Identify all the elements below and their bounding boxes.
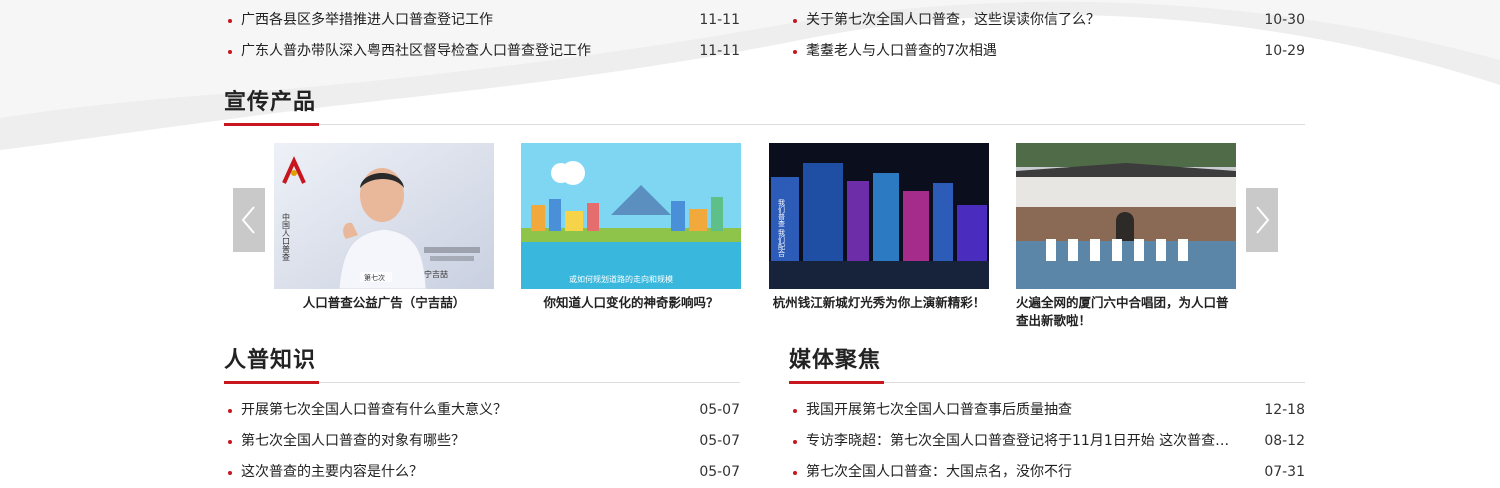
media-list: 我国开展第七次全国人口普查事后质量抽查 12-18 专访李晓超：第七次全国人口普…: [789, 395, 1305, 488]
news-date: 08-12: [1264, 433, 1305, 449]
carousel-prev-button[interactable]: [233, 188, 265, 252]
chevron-right-icon: [1256, 206, 1270, 234]
red-dot-icon: [228, 50, 232, 54]
list-item[interactable]: 第七次全国人口普查：大国点名，没你不行 07-31: [789, 457, 1305, 488]
promo-section-header: 宣传产品: [224, 88, 1305, 126]
red-dot-icon: [793, 50, 797, 54]
svg-text:或如何规划道路的走向和规模: 或如何规划道路的走向和规模: [569, 274, 673, 284]
list-item[interactable]: 这次普查的主要内容是什么？ 05-07: [224, 457, 740, 488]
card-caption[interactable]: 人口普查公益广告（宁吉喆）: [274, 294, 494, 312]
news-date: 05-07: [699, 433, 740, 449]
red-dot-icon: [228, 471, 232, 475]
red-dot-icon: [793, 471, 797, 475]
news-title[interactable]: 广西各县区多举措推进人口普查登记工作: [241, 5, 670, 36]
red-dot-icon: [228, 19, 232, 23]
promo-card[interactable]: 或如何规划道路的走向和规模 你知道人口变化的神奇影响吗？: [521, 143, 741, 312]
promo-card[interactable]: 火遍全网的厦门六中合唱团，为人口普查出新歌啦！: [1016, 143, 1236, 330]
section-underline: [224, 381, 319, 384]
svg-text:宁吉喆: 宁吉喆: [424, 269, 448, 279]
top-news-right: 关于第七次全国人口普查，这些误读你信了么？ 10-30 耄耋老人与人口普查的7次…: [789, 5, 1305, 67]
news-date: 10-29: [1264, 43, 1305, 59]
choir-thumbnail-image: [1016, 143, 1236, 289]
video-thumbnail[interactable]: 中国人口普查 宁吉喆 第七次: [274, 143, 494, 289]
section-title[interactable]: 媒体聚焦: [789, 346, 881, 376]
news-date: 10-30: [1264, 12, 1305, 28]
svg-text:我们普查 我们配合: 我们普查 我们配合: [778, 198, 786, 258]
news-date: 11-11: [699, 12, 740, 28]
red-dot-icon: [228, 409, 232, 413]
knowledge-section-header: 人普知识: [224, 346, 740, 384]
list-item[interactable]: 广东人普办带队深入粤西社区督导检查人口普查登记工作 11-11: [224, 36, 740, 67]
news-title[interactable]: 开展第七次全国人口普查有什么重大意义？: [241, 395, 670, 426]
red-dot-icon: [793, 19, 797, 23]
news-date: 05-07: [699, 464, 740, 480]
list-item[interactable]: 耄耋老人与人口普查的7次相遇 10-29: [789, 36, 1305, 67]
section-underline: [789, 381, 884, 384]
page: 广西各县区多举措推进人口普查登记工作 11-11 广东人普办带队深入粤西社区督导…: [0, 0, 1500, 480]
red-dot-icon: [793, 440, 797, 444]
news-date: 12-18: [1264, 402, 1305, 418]
night-city-thumbnail-image: 我们普查 我们配合: [769, 143, 989, 289]
list-item[interactable]: 关于第七次全国人口普查，这些误读你信了么？ 10-30: [789, 5, 1305, 36]
news-title[interactable]: 广东人普办带队深入粤西社区督导检查人口普查登记工作: [241, 36, 670, 67]
video-thumbnail[interactable]: 或如何规划道路的走向和规模: [521, 143, 741, 289]
section-title[interactable]: 宣传产品: [224, 88, 316, 118]
card-caption[interactable]: 火遍全网的厦门六中合唱团，为人口普查出新歌啦！: [1016, 294, 1236, 330]
news-title[interactable]: 第七次全国人口普查的对象有哪些？: [241, 426, 670, 457]
carousel-next-button[interactable]: [1246, 188, 1278, 252]
promo-card[interactable]: 中国人口普查 宁吉喆 第七次 人口普查公益广告（宁吉喆）: [274, 143, 494, 312]
speaker-thumbnail-image: 中国人口普查 宁吉喆 第七次: [274, 143, 494, 289]
video-thumbnail[interactable]: 我们普查 我们配合: [769, 143, 989, 289]
media-section-header: 媒体聚焦: [789, 346, 1305, 384]
top-news-left: 广西各县区多举措推进人口普查登记工作 11-11 广东人普办带队深入粤西社区督导…: [224, 5, 740, 67]
news-date: 11-11: [699, 43, 740, 59]
section-title[interactable]: 人普知识: [224, 346, 316, 376]
news-date: 07-31: [1264, 464, 1305, 480]
red-dot-icon: [793, 409, 797, 413]
list-item[interactable]: 第七次全国人口普查的对象有哪些？ 05-07: [224, 426, 740, 457]
section-underline: [224, 123, 319, 126]
news-title[interactable]: 第七次全国人口普查：大国点名，没你不行: [806, 457, 1235, 488]
news-title[interactable]: 我国开展第七次全国人口普查事后质量抽查: [806, 395, 1235, 426]
news-title[interactable]: 关于第七次全国人口普查，这些误读你信了么？: [806, 5, 1235, 36]
svg-text:第七次: 第七次: [364, 273, 385, 282]
list-item[interactable]: 广西各县区多举措推进人口普查登记工作 11-11: [224, 5, 740, 36]
news-title[interactable]: 这次普查的主要内容是什么？: [241, 457, 670, 488]
chevron-left-icon: [241, 206, 255, 234]
knowledge-list: 开展第七次全国人口普查有什么重大意义？ 05-07 第七次全国人口普查的对象有哪…: [224, 395, 740, 488]
cartoon-city-thumbnail-image: 或如何规划道路的走向和规模: [521, 143, 741, 289]
news-title[interactable]: 专访李晓超：第七次全国人口普查登记将于11月1日开始 这次普查有哪些新特点: [806, 426, 1235, 457]
card-caption[interactable]: 你知道人口变化的神奇影响吗？: [521, 294, 741, 312]
list-item[interactable]: 我国开展第七次全国人口普查事后质量抽查 12-18: [789, 395, 1305, 426]
video-thumbnail[interactable]: [1016, 143, 1236, 289]
red-dot-icon: [228, 440, 232, 444]
list-item[interactable]: 专访李晓超：第七次全国人口普查登记将于11月1日开始 这次普查有哪些新特点 08…: [789, 426, 1305, 457]
card-caption[interactable]: 杭州钱江新城灯光秀为你上演新精彩！: [769, 294, 989, 312]
promo-card[interactable]: 我们普查 我们配合 杭州钱江新城灯光秀为你上演新精彩！: [769, 143, 989, 312]
news-date: 05-07: [699, 402, 740, 418]
svg-text:中国人口普查: 中国人口普查: [282, 212, 291, 261]
news-title[interactable]: 耄耋老人与人口普查的7次相遇: [806, 36, 1235, 67]
list-item[interactable]: 开展第七次全国人口普查有什么重大意义？ 05-07: [224, 395, 740, 426]
